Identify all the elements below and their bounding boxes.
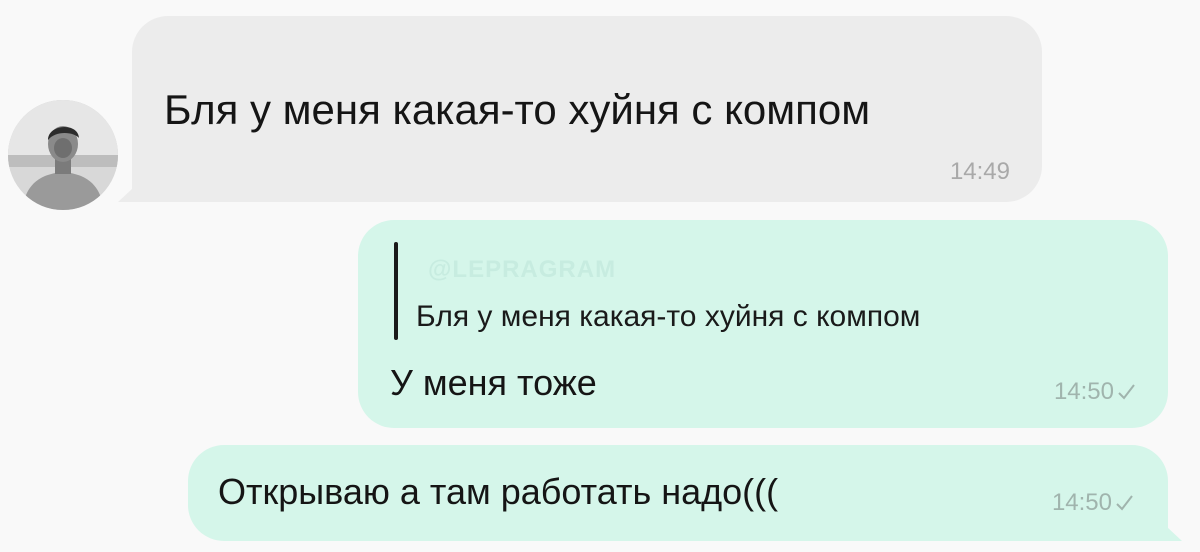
message-text: У меня тоже [390, 362, 597, 403]
bubble-tail [118, 174, 148, 202]
watermark: @LEPRAGRAM [428, 256, 617, 283]
avatar[interactable] [8, 100, 118, 210]
incoming-message-bubble[interactable]: Бля у меня какая-то хуйня с компом 14:49 [118, 16, 1042, 202]
outgoing-message-bubble[interactable]: @LEPRAGRAM Бля у меня какая-то хуйня с к… [358, 220, 1168, 428]
message-time: 14:50 [1051, 489, 1112, 516]
check-icon [1118, 384, 1135, 400]
message-time: 14:49 [949, 158, 1010, 185]
reply-quote-bar [394, 242, 398, 340]
reply-quote-text[interactable]: Бля у меня какая-то хуйня с компом [416, 300, 920, 334]
bubble-tail [1152, 513, 1182, 541]
chat-view: Бля у меня какая-то хуйня с компом 14:49… [0, 0, 1200, 552]
message-time: 14:50 [1053, 378, 1114, 405]
message-status: 14:50 [1054, 378, 1136, 406]
check-icon [1116, 495, 1133, 511]
message-text: Бля у меня какая-то хуйня с компом [164, 86, 871, 133]
message-status: 14:50 [1052, 489, 1134, 517]
avatar-photo [8, 100, 118, 210]
outgoing-message-bubble[interactable]: Открываю а там работать надо((( 14:50 [188, 445, 1182, 541]
message-text: Открываю а там работать надо((( [218, 471, 779, 512]
